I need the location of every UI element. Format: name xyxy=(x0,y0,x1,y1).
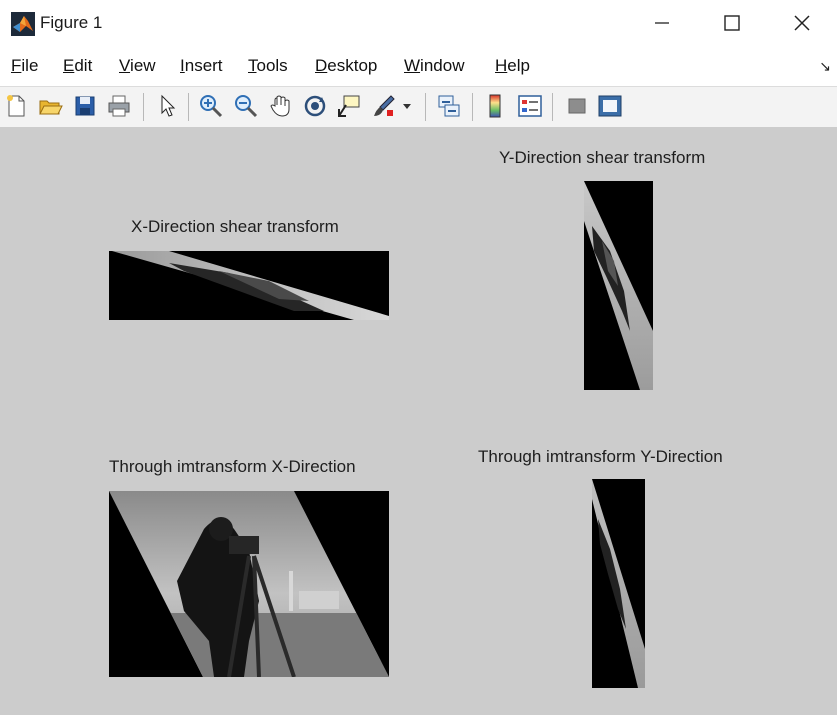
print-icon xyxy=(108,95,130,117)
show-plot-tools-icon xyxy=(598,95,622,117)
figure-canvas[interactable]: X-Direction shear transform Y-Direction … xyxy=(0,127,837,715)
image-imtransform-x xyxy=(109,491,389,677)
print-button[interactable] xyxy=(106,93,132,119)
brush-dropdown-icon xyxy=(403,104,411,109)
colorbar-icon xyxy=(489,94,501,118)
plot-title-x-shear: X-Direction shear transform xyxy=(131,217,339,236)
data-cursor-icon xyxy=(338,95,360,117)
save-button[interactable] xyxy=(72,93,98,119)
colorbar-button[interactable] xyxy=(482,93,508,119)
menu-desktop[interactable]: Desktop xyxy=(315,56,377,76)
maximize-icon xyxy=(724,15,740,31)
toolbar-separator xyxy=(552,93,553,121)
minimize-button[interactable] xyxy=(627,0,697,46)
select-arrow-icon xyxy=(161,94,176,117)
menu-tools[interactable]: Tools xyxy=(248,56,288,76)
plot-title-imtransform-x: Through imtransform X-Direction xyxy=(109,457,356,476)
link-plot-button[interactable] xyxy=(436,93,462,119)
zoom-out-button[interactable] xyxy=(233,93,259,119)
plot-title-imtransform-y: Through imtransform Y-Direction xyxy=(478,447,723,466)
open-file-icon xyxy=(39,100,63,115)
select-button[interactable] xyxy=(154,93,180,119)
dock-arrow-icon[interactable]: ↘ xyxy=(819,58,831,75)
link-plot-icon xyxy=(438,95,460,117)
image-imtransform-y xyxy=(592,479,645,688)
toolbar-separator xyxy=(425,93,426,121)
save-icon xyxy=(75,96,95,116)
window-title: Figure 1 xyxy=(40,13,103,32)
menu-window[interactable]: Window xyxy=(404,56,464,76)
new-figure-icon xyxy=(7,95,25,117)
matlab-logo-icon xyxy=(11,12,35,36)
zoom-out-icon xyxy=(235,95,258,118)
menu-bar: ↘ File Edit View Insert Tools Desktop Window He… xyxy=(0,46,837,86)
toolbar-separator xyxy=(188,93,189,121)
pan-button[interactable] xyxy=(268,93,294,119)
menu-edit[interactable]: Edit xyxy=(63,56,92,76)
legend-button[interactable] xyxy=(517,93,543,119)
minimize-icon xyxy=(655,22,669,24)
image-x-shear xyxy=(109,251,389,320)
brush-icon xyxy=(374,95,395,116)
figure-toolbar xyxy=(0,86,837,128)
legend-icon xyxy=(518,95,542,117)
image-y-shear xyxy=(584,181,653,390)
zoom-in-button[interactable] xyxy=(198,93,224,119)
close-button[interactable] xyxy=(767,0,837,46)
plot-title-y-shear: Y-Direction shear transform xyxy=(499,148,706,167)
toolbar-separator xyxy=(143,93,144,121)
close-icon xyxy=(794,15,810,31)
rotate-3d-button[interactable] xyxy=(302,93,328,119)
new-figure-button[interactable] xyxy=(3,93,29,119)
toolbar-separator xyxy=(472,93,473,121)
menu-file[interactable]: File xyxy=(11,56,38,76)
zoom-in-icon xyxy=(200,95,223,118)
open-file-button[interactable] xyxy=(37,93,63,119)
show-plot-tools-button[interactable] xyxy=(597,93,623,119)
brush-dropdown-button[interactable] xyxy=(400,93,414,119)
brush-button[interactable] xyxy=(371,93,397,119)
menu-view[interactable]: View xyxy=(119,56,156,76)
rotate-3d-icon xyxy=(304,95,326,117)
hide-plot-tools-button[interactable] xyxy=(564,93,590,119)
menu-help[interactable]: Help xyxy=(495,56,530,76)
data-cursor-button[interactable] xyxy=(336,93,362,119)
pan-icon xyxy=(270,95,290,117)
menu-insert[interactable]: Insert xyxy=(180,56,223,76)
title-bar: Figure 1 xyxy=(0,0,837,46)
hide-plot-tools-icon xyxy=(568,98,586,114)
maximize-button[interactable] xyxy=(697,0,767,46)
